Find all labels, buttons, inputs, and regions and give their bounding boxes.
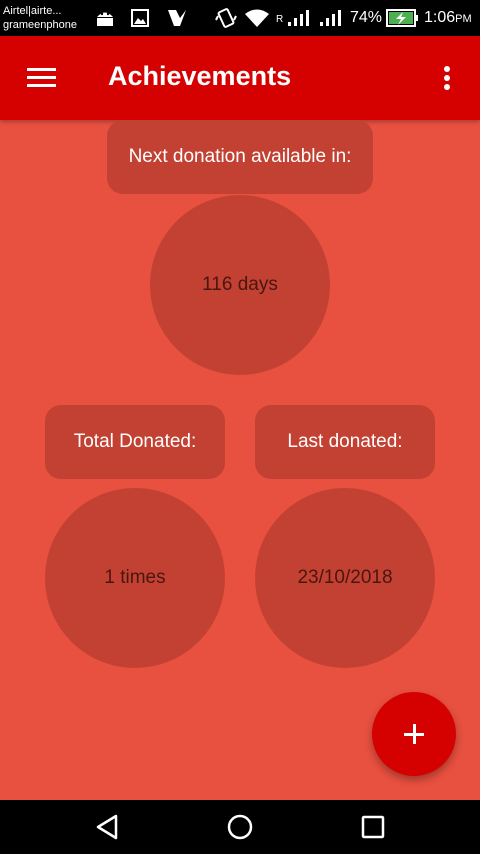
status-bar: Airtel|airte... grameenphone R 74% 1:06P…: [0, 0, 480, 36]
last-donated-value: 23/10/2018: [255, 488, 435, 668]
carrier-line-1: Airtel|airte...: [3, 5, 62, 17]
plus-icon: [404, 724, 424, 744]
battery-percentage: 74%: [350, 9, 383, 26]
more-vert-icon[interactable]: [432, 62, 462, 94]
clock-time: 1:06: [424, 9, 456, 26]
total-donated-value: 1 times: [45, 488, 225, 668]
back-icon[interactable]: [88, 808, 128, 846]
app-bar: Achievements: [0, 36, 480, 120]
recents-icon[interactable]: [353, 808, 393, 846]
signal-icon: [320, 10, 341, 26]
home-icon[interactable]: [220, 808, 260, 846]
battery-charging-icon: [386, 9, 418, 27]
total-donated-label: Total Donated:: [45, 405, 225, 479]
clock: 1:06PM: [424, 9, 472, 27]
hamburger-menu-icon[interactable]: [22, 62, 62, 94]
carrier-info: Airtel|airte... grameenphone: [3, 4, 77, 32]
checkmark-icon: [168, 10, 186, 26]
image-icon: [131, 9, 149, 27]
vibrate-icon: [215, 8, 237, 28]
clock-ampm: PM: [455, 13, 472, 25]
next-donation-label: Next donation available in:: [107, 120, 373, 194]
carrier-line-2: grameenphone: [3, 19, 78, 31]
android-icon: [97, 12, 113, 26]
next-donation-value: 116 days: [150, 195, 330, 375]
roaming-indicator: R: [276, 14, 284, 25]
signal-icon: [288, 10, 309, 26]
page-title: Achievements: [108, 61, 292, 91]
navigation-bar: [0, 800, 480, 854]
wifi-icon: [245, 9, 269, 27]
add-button[interactable]: [372, 692, 456, 776]
last-donated-label: Last donated:: [255, 405, 435, 479]
